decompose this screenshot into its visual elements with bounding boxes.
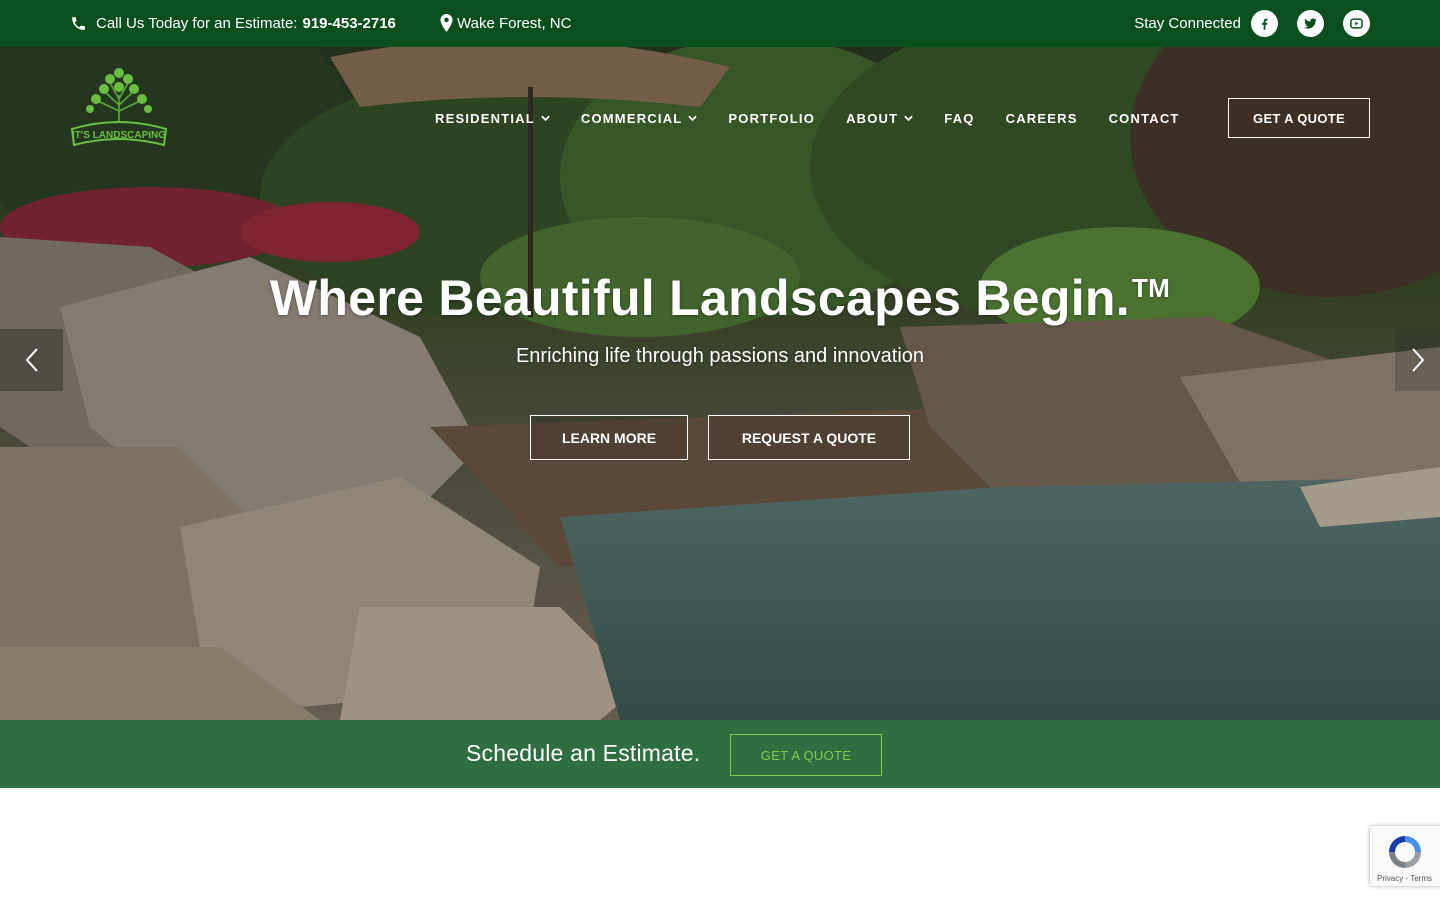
estimate-quote-button[interactable]: GET A QUOTE <box>730 734 882 776</box>
phone-number[interactable]: 919-453-2716 <box>302 15 395 32</box>
logo-text: IT'S LANDSCAPING <box>72 130 166 141</box>
map-pin-icon <box>440 14 453 32</box>
nav-label: CAREERS <box>1005 110 1078 126</box>
hero-headline: Where Beautiful Landscapes Begin.TM <box>0 269 1440 327</box>
terms-link[interactable]: Terms <box>1410 874 1432 883</box>
nav-commercial[interactable]: COMMERCIAL <box>581 111 698 126</box>
twitter-icon <box>1304 17 1317 29</box>
recaptcha-badge[interactable]: Privacy - Terms <box>1370 826 1440 886</box>
nav-faq[interactable]: FAQ <box>944 111 974 126</box>
youtube-icon <box>1350 17 1363 29</box>
nav-label: PORTFOLIO <box>728 110 816 126</box>
chevron-right-icon <box>1411 348 1424 372</box>
trademark-mark: TM <box>1131 273 1171 303</box>
chevron-down-icon <box>904 115 914 121</box>
nav-label: FAQ <box>944 110 975 126</box>
headline-text: Where Beautiful Landscapes Begin. <box>269 270 1130 326</box>
nav-label: COMMERCIAL <box>580 110 683 126</box>
request-quote-button[interactable]: REQUEST A QUOTE <box>708 415 910 460</box>
get-a-quote-button[interactable]: GET A QUOTE <box>1228 98 1370 138</box>
company-logo[interactable]: IT'S LANDSCAPING <box>68 65 170 153</box>
phone-info[interactable]: Call Us Today for an Estimate: 919-453-2… <box>70 12 396 34</box>
location-text: Wake Forest, NC <box>457 14 572 32</box>
facebook-icon <box>1261 18 1268 30</box>
slider-next-button[interactable] <box>1395 329 1440 391</box>
nav-portfolio[interactable]: PORTFOLIO <box>728 111 815 126</box>
estimate-text: Schedule an Estimate. <box>466 740 701 766</box>
social-links: Stay Connected <box>1134 9 1370 37</box>
nav-careers[interactable]: CAREERS <box>1006 111 1078 126</box>
social-label: Stay Connected <box>1134 14 1241 32</box>
youtube-link[interactable] <box>1343 9 1370 37</box>
chevron-down-icon <box>541 115 550 121</box>
chevron-down-icon <box>688 115 698 121</box>
top-bar: Call Us Today for an Estimate: 919-453-2… <box>0 0 1440 47</box>
nav-residential[interactable]: RESIDENTIAL <box>435 111 550 126</box>
twitter-link[interactable] <box>1297 9 1324 37</box>
chevron-left-icon <box>25 348 38 372</box>
nav-label: RESIDENTIAL <box>435 110 535 126</box>
main-nav: RESIDENTIAL COMMERCIAL PORTFOLIO ABOUT F… <box>435 108 1211 128</box>
hero-subheadline: Enriching life through passions and inno… <box>515 345 925 367</box>
hero-overlay <box>0 47 1440 720</box>
nav-contact[interactable]: CONTACT <box>1109 111 1180 126</box>
phone-label: Call Us Today for an Estimate: <box>96 14 298 32</box>
nav-about[interactable]: ABOUT <box>846 110 914 126</box>
learn-more-button[interactable]: LEARN MORE <box>530 415 688 460</box>
privacy-link[interactable]: Privacy <box>1377 874 1403 883</box>
slider-prev-button[interactable] <box>0 329 63 391</box>
recaptcha-links: Privacy - Terms <box>1377 874 1432 883</box>
facebook-link[interactable] <box>1251 9 1278 37</box>
phone-icon <box>72 16 85 30</box>
nav-label: ABOUT <box>846 110 899 126</box>
recaptcha-icon <box>1389 836 1421 868</box>
estimate-strip: Schedule an Estimate. GET A QUOTE <box>0 720 1440 788</box>
location-info: Wake Forest, NC <box>440 12 571 34</box>
hero-banner: IT'S LANDSCAPING RESIDENTIAL COMMERCIAL … <box>0 47 1440 720</box>
nav-label: CONTACT <box>1108 110 1180 126</box>
